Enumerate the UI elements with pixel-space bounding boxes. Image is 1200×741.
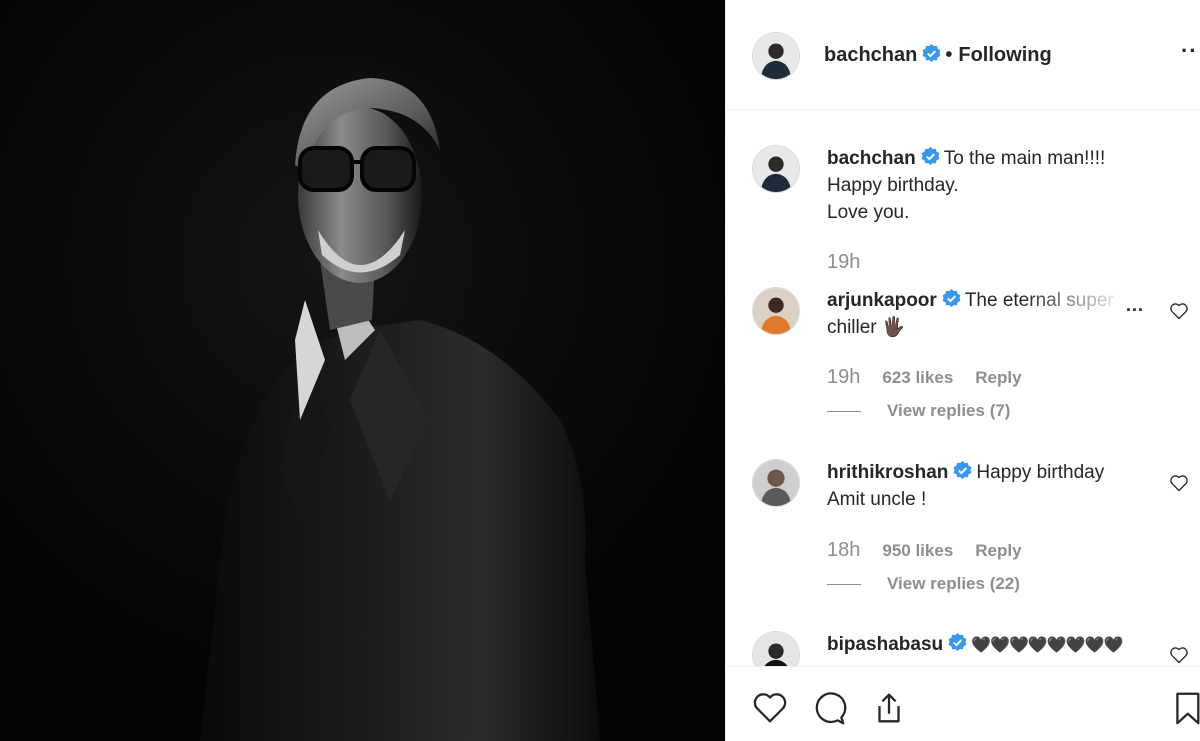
- verified-badge-icon: [953, 461, 972, 480]
- more-horizontal-icon[interactable]: ··: [1181, 38, 1198, 64]
- verified-badge-icon: [921, 147, 940, 166]
- reply-button[interactable]: Reply: [975, 368, 1021, 387]
- comment-text: arjunkapoor The eternal super chiller 🖐🏿: [827, 287, 1127, 341]
- comment-like-heart-icon[interactable]: [1169, 473, 1189, 493]
- author-username[interactable]: bachchan: [824, 44, 917, 66]
- view-replies-button[interactable]: View replies (7): [827, 401, 1010, 421]
- commenter-avatar[interactable]: [752, 459, 800, 507]
- replies-dash: [827, 584, 861, 586]
- comment-text: hrithikroshan Happy birthday Amit uncle !: [827, 459, 1147, 513]
- post-side-panel: bachchan • Following ·· bachchan To the mai…: [725, 0, 1200, 741]
- verified-badge-icon: [942, 289, 961, 308]
- portrait-image: [0, 0, 725, 741]
- reply-button[interactable]: Reply: [975, 541, 1021, 560]
- caption-line-2: Happy birthday.: [827, 175, 959, 196]
- caption-line-3: Love you.: [827, 202, 910, 223]
- comment-likes[interactable]: 950 likes: [882, 541, 953, 560]
- verified-badge-icon: [948, 633, 967, 652]
- comment-line-1: 🖤🖤🖤🖤🖤🖤🖤🖤: [971, 637, 1123, 654]
- post-header: bachchan • Following ··: [726, 0, 1200, 110]
- comment-time[interactable]: 19h: [827, 251, 860, 273]
- comment-like-heart-icon[interactable]: [1169, 301, 1189, 321]
- caption-text: bachchan To the main man!!!! Happy birthd…: [827, 145, 1147, 226]
- comment-like-heart-icon[interactable]: [1169, 645, 1189, 665]
- post-photo[interactable]: [0, 0, 725, 741]
- header-separator: •: [945, 44, 953, 66]
- author-line: bachchan • Following: [824, 44, 1052, 67]
- comment-username[interactable]: bipashabasu: [827, 634, 943, 655]
- share-icon[interactable]: [870, 689, 908, 727]
- comment-line-1: The eternal super: [965, 287, 1114, 314]
- caption-line-1: To the main man!!!!: [943, 148, 1106, 169]
- comment-text: bipashabasu 🖤🖤🖤🖤🖤🖤🖤🖤: [827, 631, 1147, 659]
- comment-more-icon[interactable]: ...: [1126, 295, 1144, 316]
- comment-time[interactable]: 19h: [827, 366, 860, 388]
- comment-line-2: chiller 🖐🏿: [827, 317, 906, 338]
- comment-username[interactable]: arjunkapoor: [827, 290, 937, 311]
- comments-list[interactable]: bachchan To the main man!!!! Happy birthd…: [726, 111, 1200, 666]
- comment-username[interactable]: bachchan: [827, 148, 916, 169]
- comment-likes[interactable]: 623 likes: [882, 368, 953, 387]
- comment-meta: 19h 623 likes Reply: [827, 366, 1044, 389]
- comment-time[interactable]: 18h: [827, 539, 860, 561]
- heart-icon[interactable]: [751, 689, 789, 727]
- caption-avatar[interactable]: [752, 145, 800, 193]
- replies-dash: [827, 411, 861, 413]
- commenter-avatar[interactable]: [752, 287, 800, 335]
- verified-badge-icon: [922, 44, 941, 63]
- following-button[interactable]: Following: [958, 44, 1051, 66]
- bookmark-icon[interactable]: [1169, 689, 1200, 727]
- caption-meta: 19h: [827, 251, 882, 274]
- post-action-bar: [726, 666, 1200, 741]
- commenter-avatar[interactable]: [752, 631, 800, 666]
- comment-line-2: Amit uncle !: [827, 489, 927, 510]
- view-replies-label[interactable]: View replies (22): [887, 574, 1020, 593]
- comment-line-1: Happy birthday: [976, 462, 1105, 483]
- view-replies-label[interactable]: View replies (7): [887, 401, 1010, 420]
- view-replies-button[interactable]: View replies (22): [827, 574, 1020, 594]
- author-avatar[interactable]: [752, 32, 800, 80]
- comment-username[interactable]: hrithikroshan: [827, 462, 948, 483]
- comment-meta: 18h 950 likes Reply: [827, 539, 1044, 562]
- comment-icon[interactable]: [810, 689, 848, 727]
